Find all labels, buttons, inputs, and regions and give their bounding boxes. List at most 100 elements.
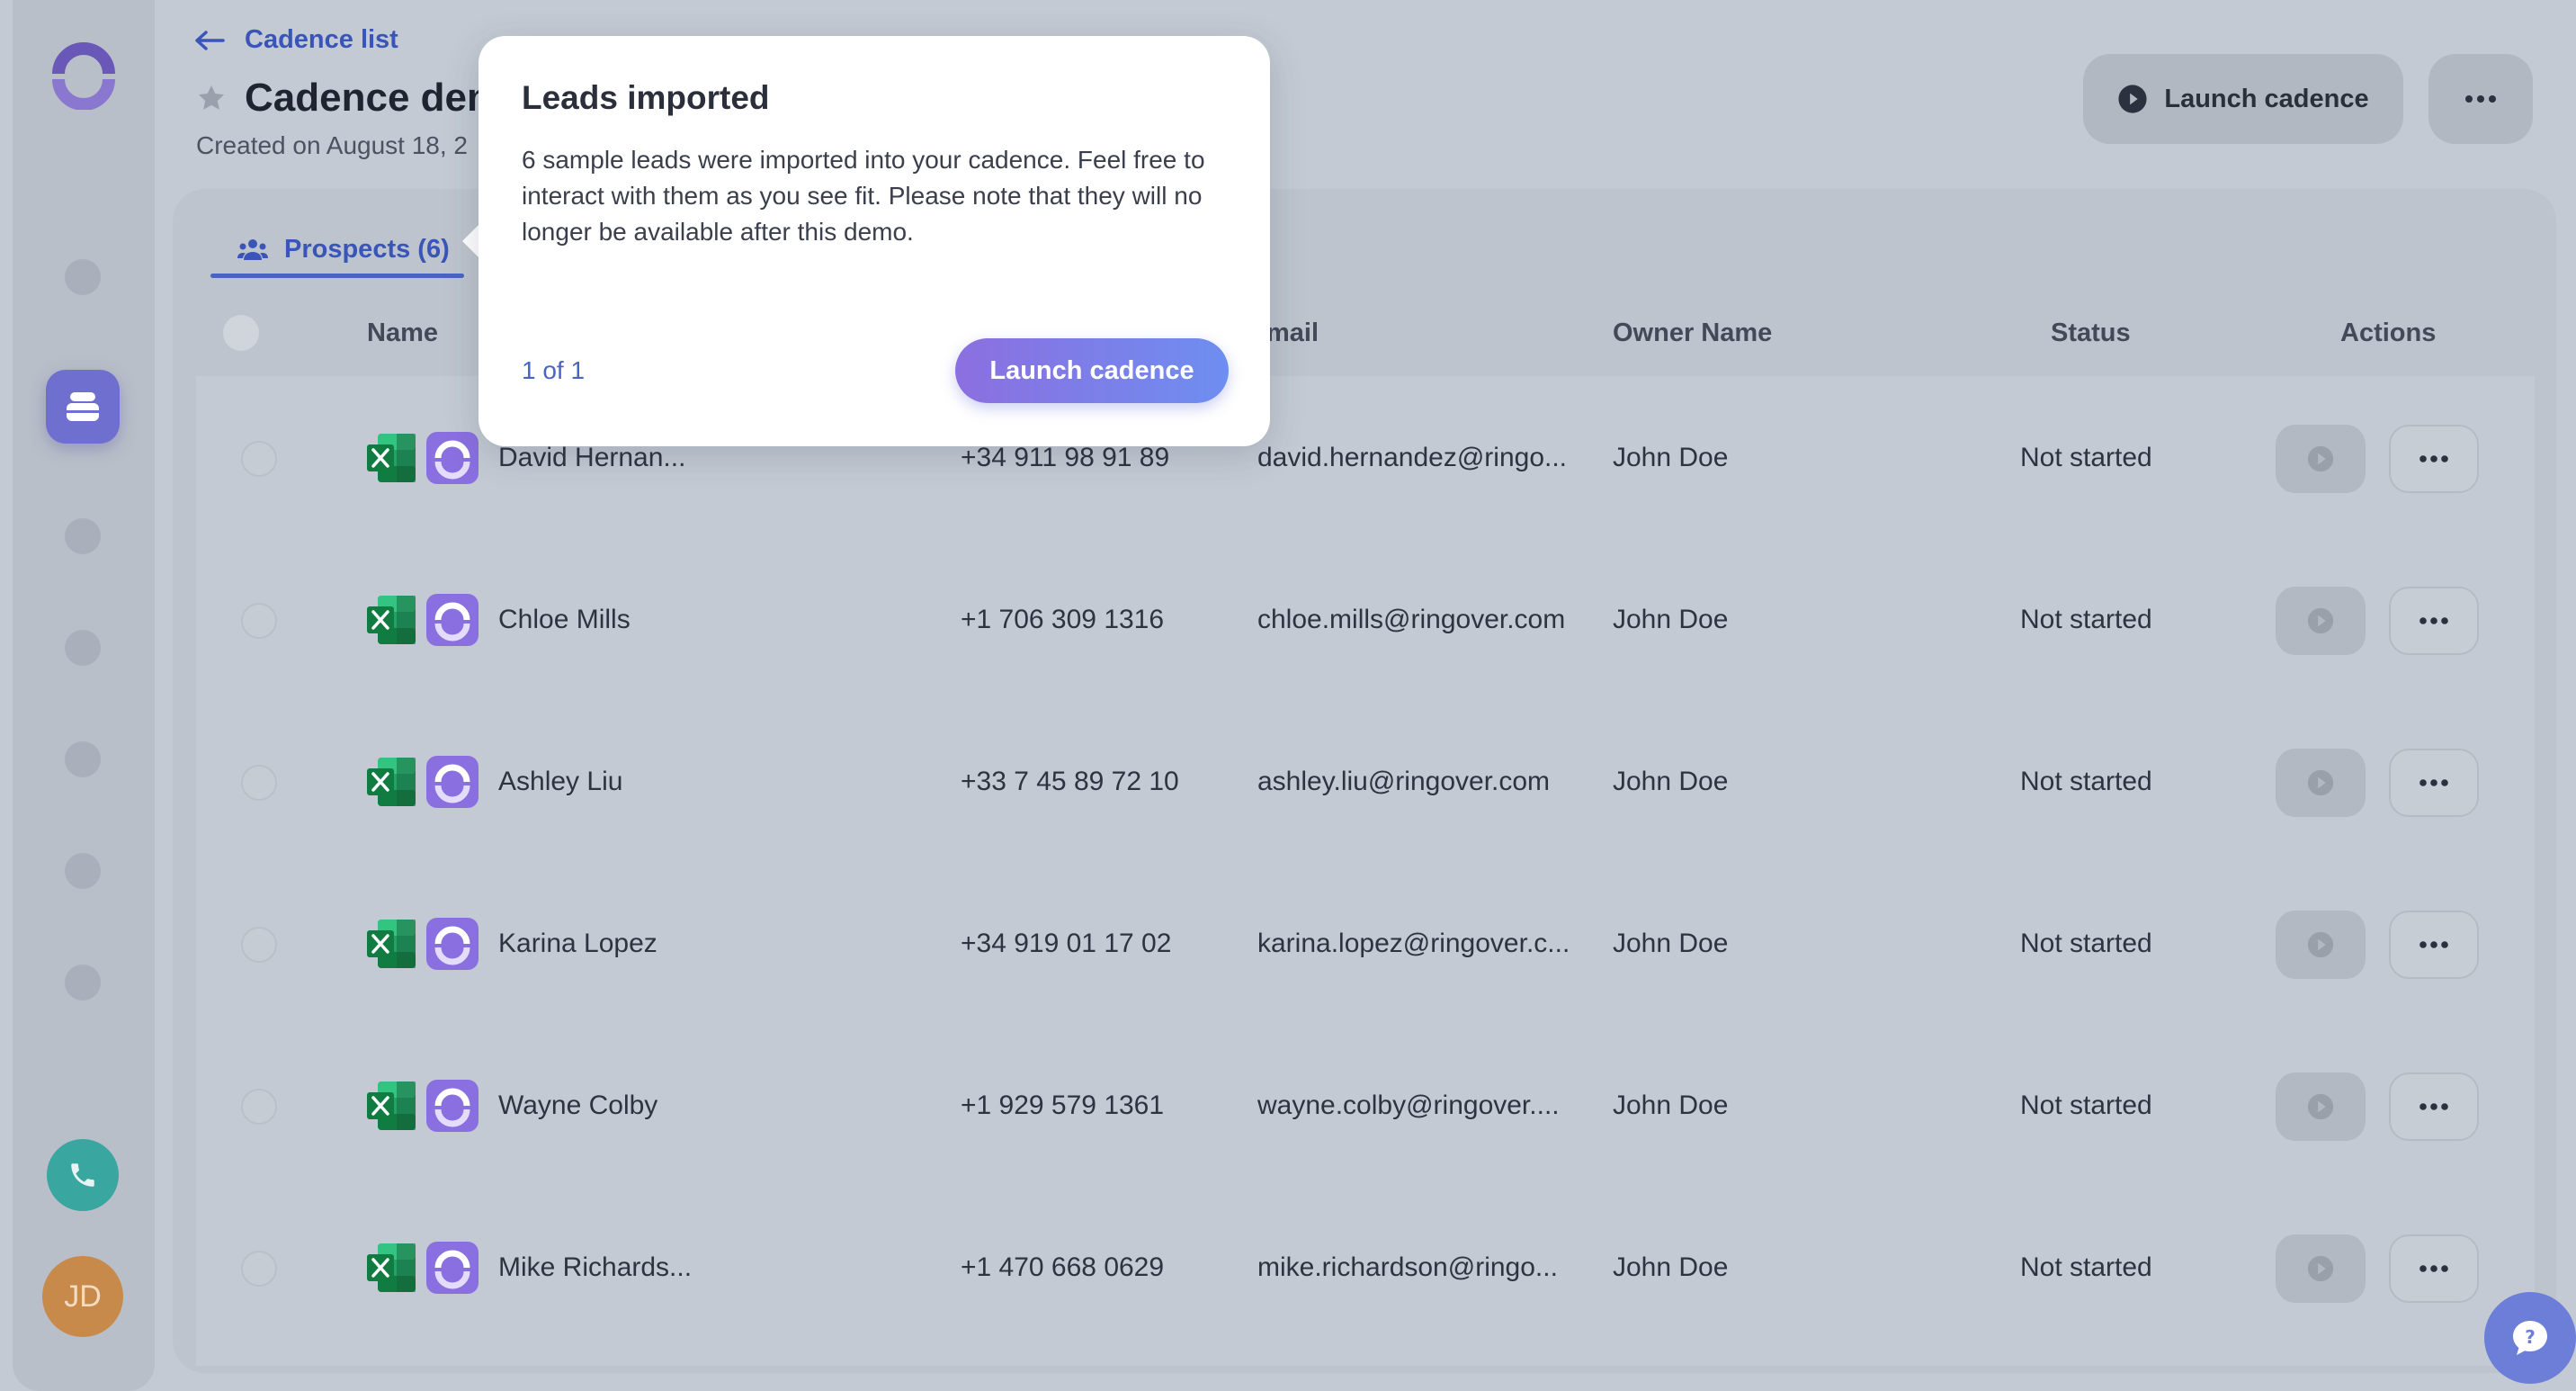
table-row[interactable]: Mike Richards... +1 470 668 0629 mike.rich… — [196, 1186, 2535, 1348]
select-all-checkbox[interactable] — [223, 315, 259, 351]
popover-launch-cadence-button[interactable]: Launch cadence — [955, 338, 1229, 403]
prospect-status: Not started — [2020, 767, 2152, 796]
prospect-phone[interactable]: +34 919 01 17 02 — [961, 929, 1171, 959]
prospect-phone[interactable]: +1 706 309 1316 — [961, 605, 1164, 635]
row-more-button[interactable] — [2389, 749, 2479, 817]
row-more-button[interactable] — [2389, 911, 2479, 979]
more-horizontal-icon — [2419, 1265, 2448, 1272]
play-circle-icon — [2307, 445, 2334, 472]
row-more-button[interactable] — [2389, 1072, 2479, 1141]
row-play-button[interactable] — [2276, 425, 2366, 493]
play-circle-icon — [2307, 769, 2334, 796]
row-checkbox[interactable] — [241, 927, 277, 963]
tab-prospects[interactable]: Prospects (6) — [210, 220, 477, 279]
help-chat-icon: ? — [2513, 1321, 2547, 1355]
table-row[interactable]: Chloe Mills +1 706 309 1316 chloe.mills@ri… — [196, 538, 2535, 700]
nav-item-5[interactable] — [65, 741, 101, 777]
excel-source-icon — [365, 918, 417, 974]
row-play-button[interactable] — [2276, 911, 2366, 979]
row-more-button[interactable] — [2389, 425, 2479, 493]
play-circle-icon — [2307, 931, 2334, 958]
prospect-status: Not started — [2020, 929, 2152, 958]
more-horizontal-icon — [2465, 95, 2496, 103]
row-more-button[interactable] — [2389, 587, 2479, 655]
prospect-owner: John Doe — [1613, 605, 1729, 634]
phone-icon — [71, 1163, 94, 1187]
app-source-icon — [426, 432, 479, 489]
table-row[interactable]: Ashley Liu +33 7 45 89 72 10 ashley.liu@ri… — [196, 700, 2535, 862]
phone-button[interactable] — [47, 1139, 119, 1211]
row-checkbox[interactable] — [241, 441, 277, 477]
row-checkbox[interactable] — [241, 603, 277, 639]
more-horizontal-icon — [2419, 941, 2448, 948]
svg-text:?: ? — [2525, 1326, 2536, 1348]
active-tab-indicator — [210, 274, 464, 278]
column-header-email[interactable]: mail — [1266, 319, 1319, 348]
column-header-owner[interactable]: Owner Name — [1613, 319, 1772, 348]
prospect-phone[interactable]: +1 470 668 0629 — [961, 1252, 1164, 1283]
prospect-name[interactable]: Karina Lopez — [498, 929, 657, 959]
table-row[interactable]: Karina Lopez +34 919 01 17 02 karina.lopez… — [196, 862, 2535, 1024]
prospect-email[interactable]: chloe.mills@ringover.com — [1257, 605, 1565, 635]
nav-item-1[interactable] — [65, 259, 101, 295]
column-header-name[interactable]: Name — [367, 319, 438, 348]
popover-arrow — [462, 225, 479, 257]
more-horizontal-icon — [2419, 617, 2448, 624]
row-play-button[interactable] — [2276, 1234, 2366, 1303]
prospect-status: Not started — [2020, 605, 2152, 634]
prospect-name[interactable]: Mike Richards... — [498, 1252, 692, 1283]
table-row[interactable]: Wayne Colby +1 929 579 1361 wayne.colby@ri… — [196, 1024, 2535, 1186]
app-source-icon — [426, 1080, 479, 1136]
nav-item-cadences[interactable] — [46, 370, 120, 444]
launch-cadence-button[interactable]: Launch cadence — [2083, 54, 2403, 144]
tab-prospects-label: Prospects (6) — [284, 234, 450, 264]
play-circle-icon — [2307, 607, 2334, 634]
prospect-email[interactable]: david.hernandez@ringo... — [1257, 443, 1567, 473]
column-header-actions: Actions — [2340, 319, 2437, 347]
created-date: Created on August 18, 2 — [196, 131, 468, 159]
more-horizontal-icon — [2419, 455, 2448, 462]
app-source-icon — [426, 918, 479, 974]
row-play-button[interactable] — [2276, 1072, 2366, 1141]
users-icon — [237, 239, 268, 260]
prospect-name[interactable]: David Hernan... — [498, 443, 685, 473]
prospect-name[interactable]: Chloe Mills — [498, 605, 631, 635]
favorite-star-icon[interactable] — [196, 83, 227, 118]
back-link-label: Cadence list — [245, 25, 398, 54]
row-checkbox[interactable] — [241, 1089, 277, 1125]
prospects-table: David Hernan... +34 911 98 91 89 david.her… — [196, 376, 2535, 1366]
nav-item-7[interactable] — [65, 965, 101, 1001]
prospect-name[interactable]: Wayne Colby — [498, 1090, 657, 1121]
prospect-email[interactable]: ashley.liu@ringover.com — [1257, 767, 1550, 797]
row-checkbox[interactable] — [241, 765, 277, 801]
nav-item-4[interactable] — [65, 630, 101, 666]
excel-source-icon — [365, 432, 417, 489]
nav-item-6[interactable] — [65, 853, 101, 889]
column-header-status[interactable]: Status — [2051, 319, 2131, 348]
app-logo-icon[interactable] — [48, 38, 120, 111]
more-horizontal-icon — [2419, 779, 2448, 786]
help-chat-button[interactable]: ? — [2484, 1292, 2576, 1384]
excel-source-icon — [365, 756, 417, 812]
row-checkbox[interactable] — [241, 1251, 277, 1287]
prospect-name[interactable]: Ashley Liu — [498, 767, 622, 797]
more-options-button[interactable] — [2428, 54, 2533, 144]
row-play-button[interactable] — [2276, 587, 2366, 655]
prospect-phone[interactable]: +1 929 579 1361 — [961, 1090, 1164, 1121]
launch-cadence-label: Launch cadence — [2164, 84, 2369, 113]
prospect-phone[interactable]: +33 7 45 89 72 10 — [961, 767, 1179, 797]
prospect-owner: John Doe — [1613, 1252, 1729, 1282]
nav-item-3[interactable] — [65, 518, 101, 554]
prospect-email[interactable]: karina.lopez@ringover.c... — [1257, 929, 1570, 959]
back-to-cadence-list-link[interactable]: Cadence list — [194, 25, 398, 55]
prospect-phone[interactable]: +34 911 98 91 89 — [961, 443, 1169, 473]
row-play-button[interactable] — [2276, 749, 2366, 817]
prospect-owner: John Doe — [1613, 1090, 1729, 1120]
popover-step-counter: 1 of 1 — [522, 356, 586, 384]
prospect-email[interactable]: wayne.colby@ringover.... — [1257, 1090, 1560, 1121]
prospect-email[interactable]: mike.richardson@ringo... — [1257, 1252, 1558, 1283]
prospect-status: Not started — [2020, 443, 2152, 472]
user-avatar[interactable]: JD — [42, 1256, 123, 1337]
page-title: Cadence dem — [245, 76, 503, 120]
row-more-button[interactable] — [2389, 1234, 2479, 1303]
